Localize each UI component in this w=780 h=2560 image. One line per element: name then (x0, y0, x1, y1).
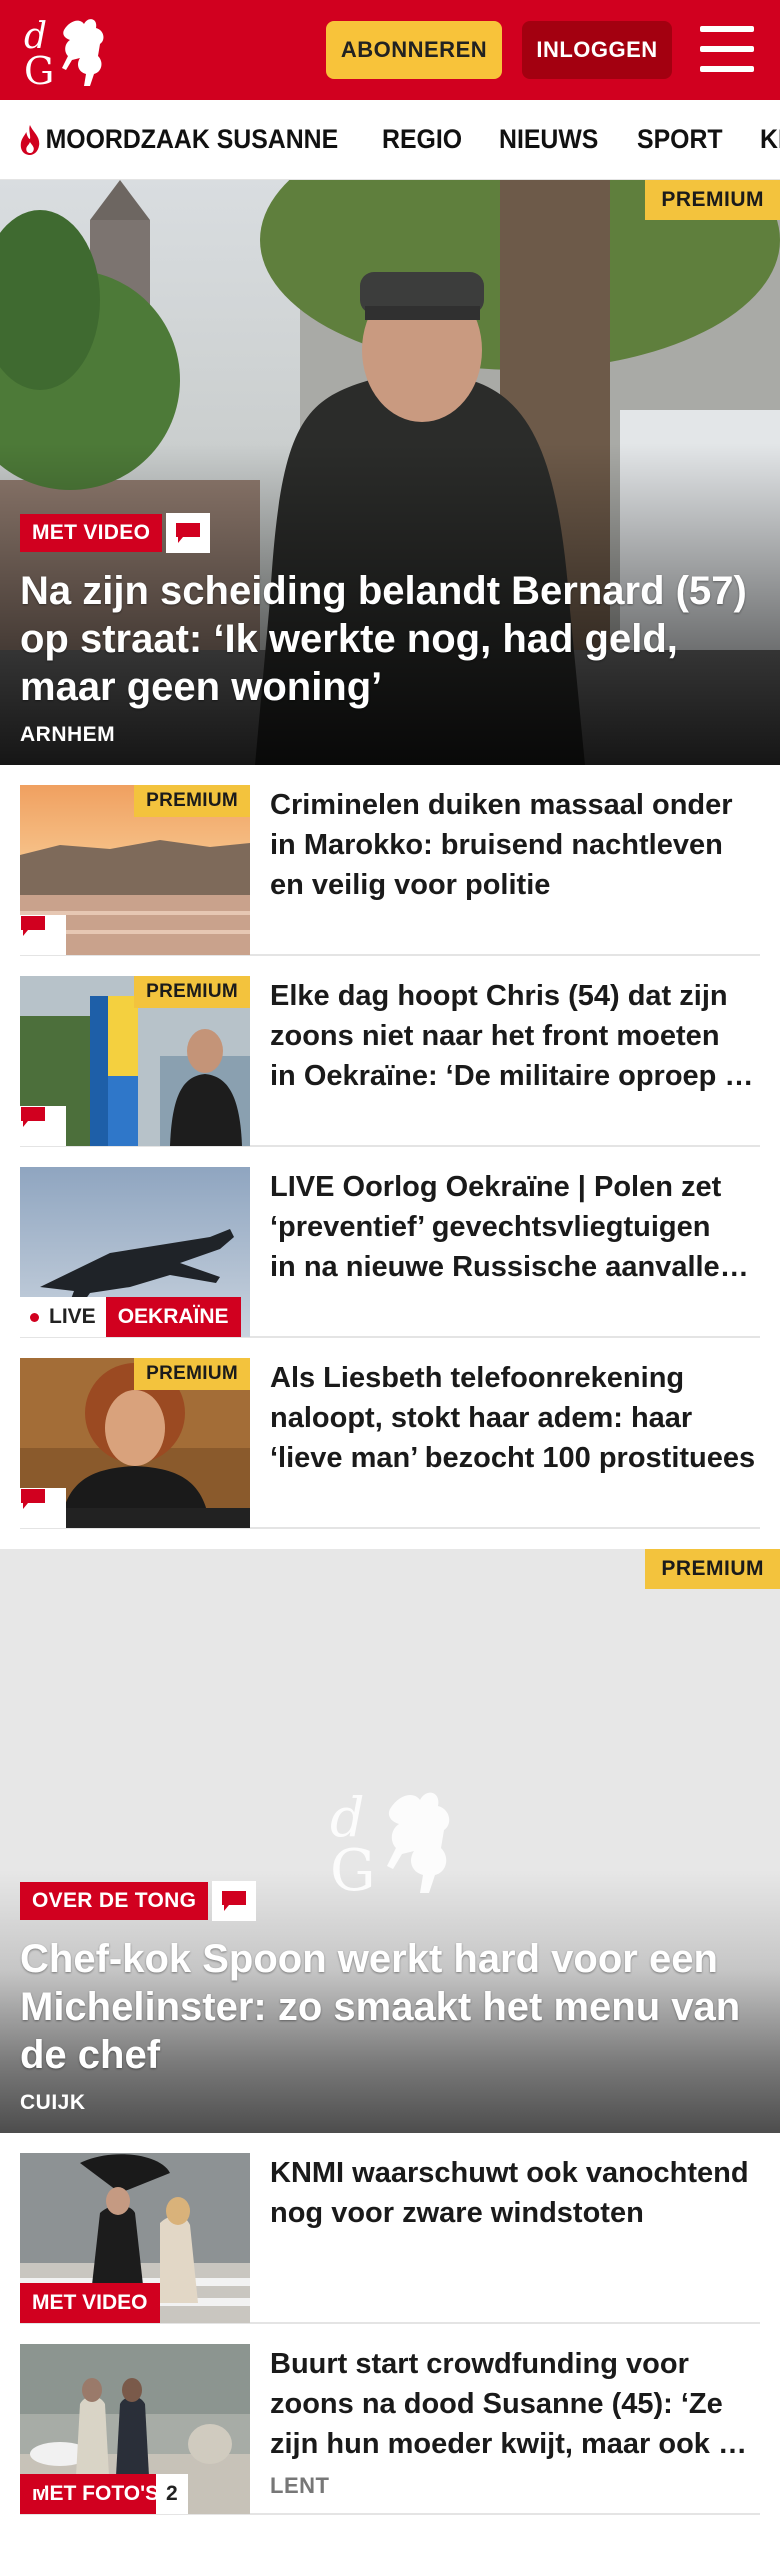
category-nav: MOORDZAAK SUSANNE REGIO NIEUWS SPORT KIJ… (0, 100, 780, 180)
comment-icon (222, 1891, 247, 1911)
article-title[interactable]: Buurt start crowdfunding voor zoons na d… (270, 2344, 760, 2513)
article-title-line: ‘preventief’ gevechtsvliegtuigen (270, 1211, 711, 1243)
article-title[interactable]: LIVE Oorlog Oekraïne | Polen zet ‘preven… (270, 1167, 760, 1336)
live-label: LIVE (49, 1305, 96, 1328)
article-title-line: Buurt start crowdfunding voor (270, 2348, 689, 2380)
comments-button[interactable] (20, 915, 66, 955)
site-header: d G ABONNEREN INLOGGEN (0, 0, 780, 100)
nav-item-label: SPORT (637, 124, 723, 154)
article-item[interactable]: PREMIUM Als Liesbeth telefoonrekening na… (20, 1338, 760, 1529)
premium-badge: PREMIUM (134, 1358, 250, 1390)
article-title-line: zoons na dood Susanne (45): ‘Ze (270, 2388, 723, 2420)
article-title[interactable]: KNMI waarschuwt ook vanochtend nog voor … (270, 2153, 760, 2322)
nav-item-label: NIEUWS (499, 124, 599, 154)
article-title[interactable]: Criminelen duiken massaal onder in Marok… (270, 785, 760, 954)
article-title-line: in Oekraïne: ‘De militaire oproep voor z… (270, 1060, 760, 1092)
article-location: LENT (270, 2473, 330, 2498)
premium-badge: PREMIUM (645, 180, 780, 220)
section-tag: OVER DE TONG (20, 1882, 209, 1920)
article-item[interactable]: MET FOTO'S 2 Buurt start crowdfunding vo… (20, 2324, 760, 2515)
article-item[interactable]: PREMIUM Elke dag hoopt Chris (54) dat zi… (20, 956, 760, 1147)
hero-article[interactable]: PREMIUM MET VIDEO Na zijn scheiding bela… (0, 180, 780, 765)
article-title-line: ‘lieve man’ bezocht 100 prostituees (270, 1442, 756, 1474)
feature-title[interactable]: Chef-kok Spoon werkt hard voor een Miche… (20, 1935, 760, 2079)
article-title-line: Als Liesbeth telefoonrekening (270, 1362, 685, 1394)
article-title-line: zijn hun moeder kwijt, maar ook hun vade… (270, 2428, 760, 2460)
premium-badge: PREMIUM (645, 1549, 780, 1589)
nav-item-nieuws[interactable]: NIEUWS (499, 124, 598, 155)
comment-count: 2 (166, 2482, 178, 2505)
feature-article[interactable]: PREMIUM d G OVER DE TONG Chef-kok Spoon … (0, 1549, 780, 2133)
feature-location: CUIJK (20, 2091, 86, 2114)
flame-icon (20, 124, 40, 155)
comment-icon (21, 2475, 45, 2495)
comments-button[interactable] (20, 1488, 66, 1528)
nav-item-kijk[interactable]: KIJK (760, 124, 780, 155)
hero-tag-row: MET VIDEO (20, 513, 760, 553)
article-title-line: LIVE Oorlog Oekraïne | Polen zet (270, 1171, 722, 1203)
premium-badge: PREMIUM (134, 976, 250, 1008)
article-title-line: naloopt, stokt haar adem: haar (270, 1402, 693, 1434)
svg-text:G: G (24, 49, 54, 90)
dg-logo-icon: d G (24, 16, 104, 90)
article-thumbnail: MET FOTO'S 2 (20, 2344, 250, 2514)
hero-text: MET VIDEO Na zijn scheiding belandt Bern… (20, 513, 760, 747)
nav-item-regio[interactable]: REGIO (382, 124, 462, 155)
live-dot-icon (30, 1312, 39, 1322)
comment-icon (21, 1107, 45, 1127)
article-title[interactable]: Als Liesbeth telefoonrekening naloopt, s… (270, 1358, 760, 1527)
comments-button[interactable] (166, 513, 211, 553)
video-tag: MET VIDEO (20, 514, 163, 552)
article-title-line: in na nieuwe Russische aanvallen op Oekr… (270, 1251, 760, 1283)
comment-icon (21, 916, 45, 936)
article-title-line: Elke dag hoopt Chris (54) dat zijn (270, 980, 728, 1012)
subscribe-button[interactable]: ABONNEREN (326, 21, 502, 79)
hero-title[interactable]: Na zijn scheiding belandt Bernard (57) o… (20, 567, 760, 711)
photo-tag-row: MET FOTO'S 2 (20, 2474, 188, 2514)
article-thumbnail: PREMIUM (20, 976, 250, 1146)
live-indicator: LIVE (20, 1297, 106, 1337)
nav-item-label: MOORDZAAK SUSANNE (45, 124, 339, 154)
article-thumbnail: PREMIUM (20, 1358, 250, 1528)
video-tag: MET VIDEO (20, 2283, 160, 2323)
hero-location: ARNHEM (20, 723, 116, 746)
comments-button[interactable] (212, 1881, 257, 1921)
topic-tag: OEKRAÏNE (105, 1297, 241, 1337)
premium-badge: PREMIUM (134, 785, 250, 817)
comments-button[interactable]: 2 (21, 2474, 188, 2514)
live-row: LIVE OEKRAÏNE (20, 1297, 241, 1337)
comment-icon (21, 1489, 45, 1509)
article-thumbnail: PREMIUM (20, 785, 250, 955)
article-thumbnail: LIVE OEKRAÏNE (20, 1167, 250, 1337)
article-item[interactable]: MET VIDEO KNMI waarschuwt ook vanochtend… (20, 2133, 760, 2324)
site-logo[interactable]: d G (20, 10, 112, 90)
comment-icon (176, 523, 201, 543)
nav-item-label: KIJK (760, 124, 780, 154)
comments-button[interactable] (20, 1106, 66, 1146)
menu-icon-bar (700, 46, 754, 52)
article-item[interactable]: PREMIUM Criminelen duiken massaal onder … (20, 765, 760, 956)
article-title[interactable]: Elke dag hoopt Chris (54) dat zijn zoons… (270, 976, 760, 1145)
nav-item-moordzaak-susanne[interactable]: MOORDZAAK SUSANNE (18, 124, 338, 156)
nav-item-sport[interactable]: SPORT (637, 124, 723, 155)
login-button[interactable]: INLOGGEN (522, 21, 672, 79)
nav-item-label: REGIO (382, 124, 463, 154)
menu-icon[interactable] (700, 26, 754, 72)
article-item[interactable]: LIVE OEKRAÏNE LIVE Oorlog Oekraïne | Pol… (20, 1147, 760, 1338)
menu-icon-bar (700, 66, 754, 72)
feature-text: OVER DE TONG Chef-kok Spoon werkt hard v… (20, 1881, 760, 2115)
feature-tag-row: OVER DE TONG (20, 1881, 760, 1921)
article-title-line: zoons niet naar het front moeten (270, 1020, 720, 1052)
article-thumbnail: MET VIDEO (20, 2153, 250, 2323)
menu-icon-bar (700, 26, 754, 32)
